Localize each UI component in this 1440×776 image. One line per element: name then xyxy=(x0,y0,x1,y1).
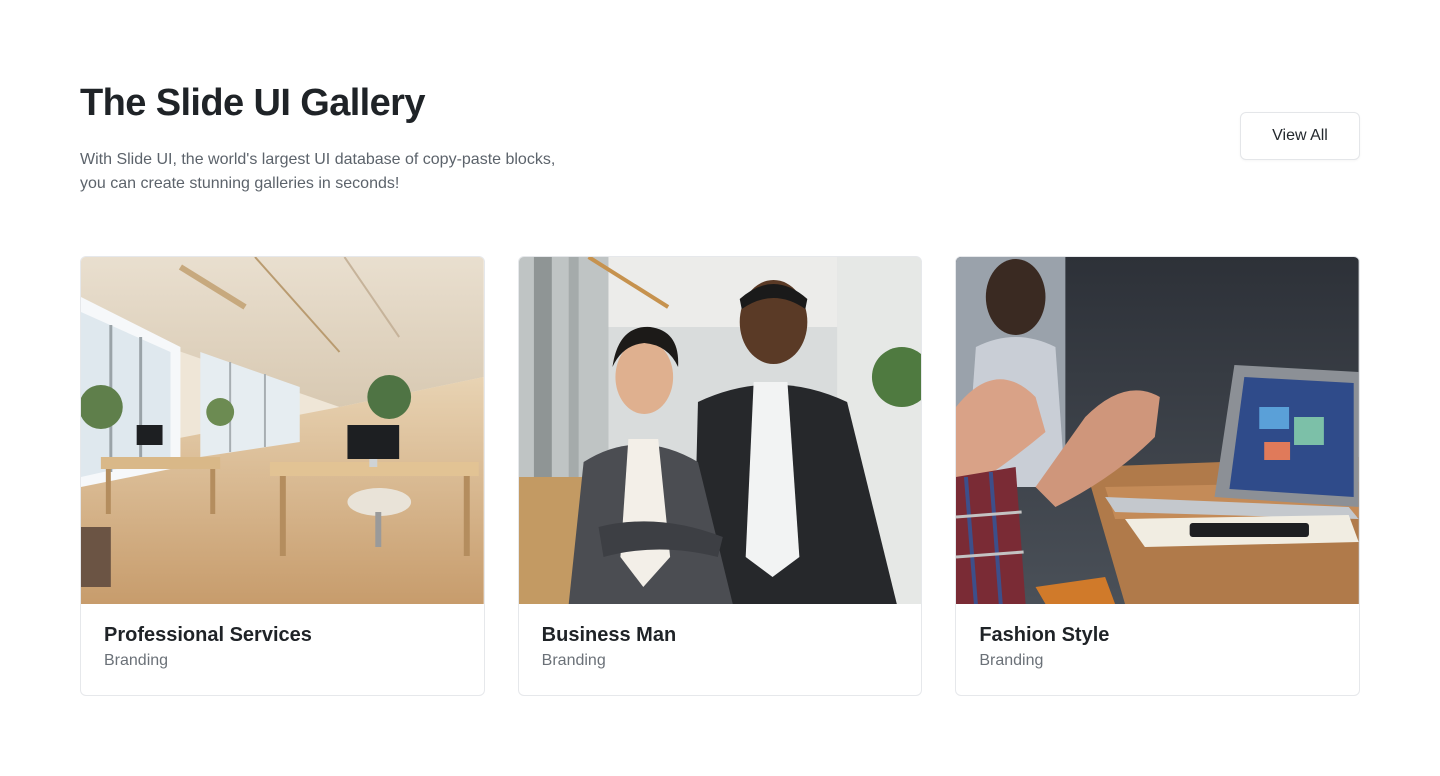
card-body: Professional Services Branding xyxy=(81,604,484,672)
meeting-laptop-photo xyxy=(956,257,1360,604)
page-title: The Slide UI Gallery xyxy=(80,82,426,124)
gallery-page: The Slide UI Gallery With Slide UI, the … xyxy=(0,0,1440,776)
card-title: Business Man xyxy=(541,624,677,646)
gallery-card-professional-services[interactable]: Professional Services Branding xyxy=(80,256,485,696)
view-all-button[interactable]: View All xyxy=(1240,112,1360,160)
card-title: Professional Services xyxy=(104,624,312,646)
card-body: Business Man Branding xyxy=(519,604,922,672)
gallery-card-fashion-style[interactable]: Fashion Style Branding xyxy=(955,256,1361,696)
card-category: Branding xyxy=(979,652,1044,669)
business-people-photo xyxy=(518,257,922,604)
card-body: Fashion Style Branding xyxy=(956,604,1359,672)
office-interior-photo xyxy=(81,257,484,604)
gallery-grid: Professional Services Branding Business … xyxy=(80,256,1361,696)
gallery-card-business-man[interactable]: Business Man Branding xyxy=(517,256,923,696)
card-category: Branding xyxy=(541,652,606,669)
page-subtitle: With Slide UI, the world's largest UI da… xyxy=(80,151,556,192)
gallery-header: The Slide UI Gallery With Slide UI, the … xyxy=(80,80,1360,196)
card-title: Fashion Style xyxy=(979,624,1110,646)
card-category: Branding xyxy=(104,652,169,669)
